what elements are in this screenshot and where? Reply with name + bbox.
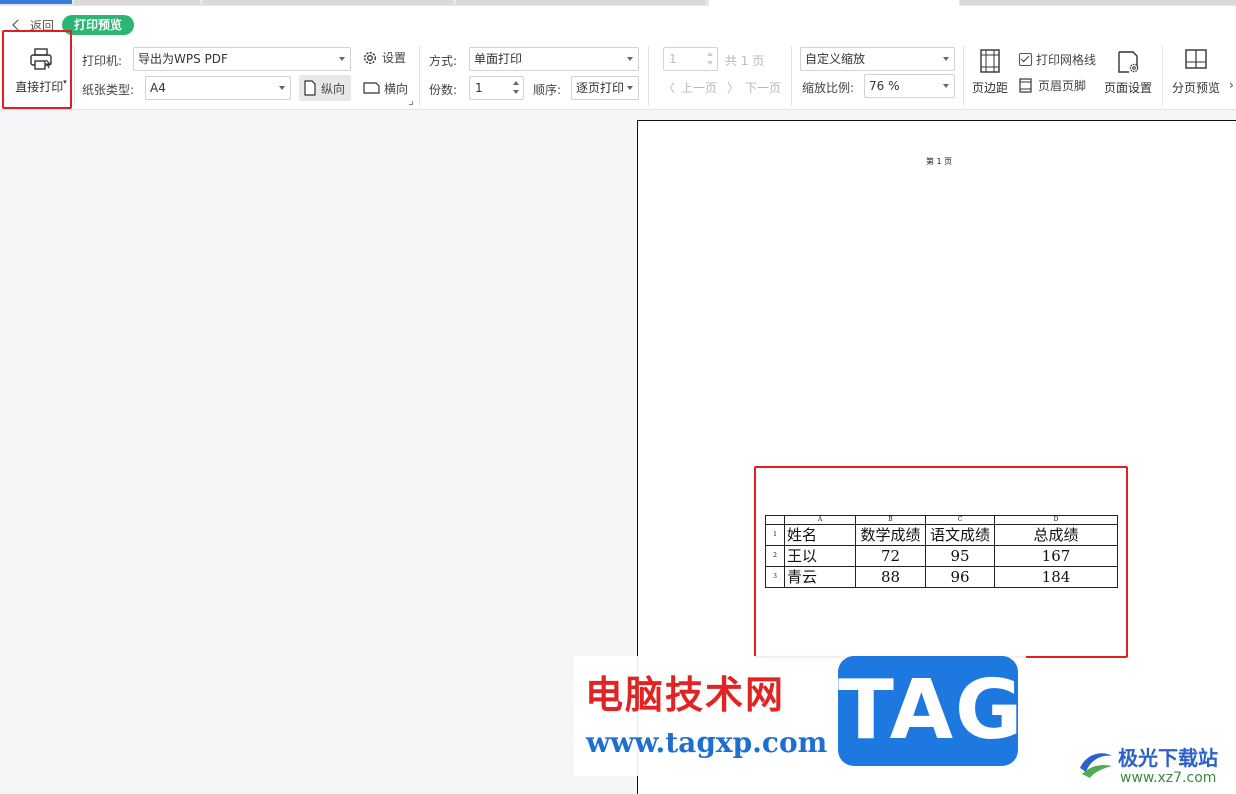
page-break-preview-button[interactable]: 分页预览 (1170, 48, 1222, 96)
copies-value: 1 (475, 81, 483, 95)
settings-label: 设置 (382, 51, 407, 65)
portrait-button[interactable]: 纵向 (299, 75, 351, 101)
print-preview-toolbar: 返回 打印预览 直接打印▾ 打印机: 导出为WPS PDF 设置 纸张类型: A… (0, 6, 1236, 110)
separator (74, 46, 75, 106)
chevron-down-icon (943, 57, 949, 61)
landscape-button[interactable]: 横向 (359, 75, 413, 101)
prev-page-button[interactable]: 〈 上一页 (663, 79, 717, 96)
print-method-select[interactable]: 单面打印 (469, 47, 639, 71)
header-footer-label: 页眉页脚 (1038, 79, 1087, 93)
gear-icon (363, 51, 377, 64)
tab-segment[interactable] (203, 0, 453, 5)
chevron-left-icon: 〈 (663, 81, 676, 95)
increment-icon[interactable] (707, 52, 713, 56)
printer-settings-button[interactable]: 设置 (362, 49, 406, 66)
copies-stepper[interactable]: 1 (469, 76, 524, 100)
order-label: 顺序: (533, 83, 562, 97)
tab-segment[interactable] (74, 0, 200, 5)
paper-type-select[interactable]: A4 (145, 76, 291, 100)
page-margins-icon (980, 49, 1000, 73)
zoom-ratio-label: 缩放比例: (802, 81, 855, 95)
order-value: 逐页打印 (576, 81, 625, 95)
method-label: 方式: (429, 54, 458, 68)
paper-type-label: 纸张类型: (82, 83, 135, 97)
page-number-stepper[interactable]: 1 (663, 47, 718, 71)
chevron-down-icon (279, 86, 285, 90)
page-header-text: 第 1 页 (926, 157, 953, 166)
chevron-down-icon (943, 84, 949, 88)
more-tools-truncated[interactable]: › (1229, 78, 1234, 92)
print-gridlines-checkbox[interactable]: 打印网格线 (1019, 51, 1096, 68)
chevron-down-icon (627, 86, 633, 90)
prev-page-label: 上一页 (681, 81, 718, 95)
method-value: 单面打印 (474, 52, 523, 66)
watermark-brand-url: www.xz7.com (1120, 770, 1217, 786)
watermark-site-url: www.tagxp.com (586, 726, 828, 759)
page-setup-label: 页面设置 (1103, 81, 1152, 95)
gridlines-label: 打印网格线 (1036, 53, 1097, 67)
watermark-tag-logo: TAG (838, 656, 1022, 766)
separator (963, 46, 964, 106)
page-number-value: 1 (669, 52, 677, 66)
zoom-mode-value: 自定义缩放 (805, 52, 866, 66)
chevron-down-icon (339, 57, 345, 61)
copies-label: 份数: (429, 83, 458, 97)
watermark-brand: 极光下载站 (1118, 746, 1218, 770)
chevron-right-icon: 〉 (727, 81, 740, 95)
highlight-direct-print (2, 30, 72, 109)
paper-type-value: A4 (150, 81, 166, 95)
active-tab-indicator (0, 0, 72, 4)
zoom-mode-select[interactable]: 自定义缩放 (800, 47, 955, 71)
printer-select[interactable]: 导出为WPS PDF (133, 47, 351, 71)
portrait-label: 纵向 (321, 81, 346, 96)
page-break-label: 分页预览 (1171, 81, 1220, 95)
printer-label: 打印机: (82, 54, 123, 68)
next-page-button[interactable]: 〉 下一页 (727, 79, 781, 96)
landscape-page-icon (363, 82, 380, 94)
print-preview-tag: 打印预览 (62, 15, 135, 35)
chevron-down-icon (627, 57, 633, 61)
page-setup-button[interactable]: 页面设置 (1101, 50, 1155, 96)
checkbox-checked-icon (1019, 53, 1032, 66)
highlight-table-area (754, 466, 1128, 658)
chevron-left-icon (12, 19, 24, 31)
watermark-site-name: 电脑技术网 (585, 673, 786, 717)
zoom-ratio-value: 76 % (869, 79, 900, 93)
page-break-icon (1185, 49, 1207, 69)
tab-segment[interactable] (960, 0, 1236, 5)
margins-label: 页边距 (971, 81, 1008, 95)
separator (791, 46, 792, 106)
page-setup-icon (1118, 51, 1139, 73)
header-footer-icon (1019, 78, 1032, 93)
margins-button[interactable]: 页边距 (970, 48, 1010, 96)
decrement-icon[interactable] (513, 90, 519, 94)
next-page-label: 下一页 (745, 81, 782, 95)
separator (648, 46, 649, 106)
expand-corner-icon[interactable] (409, 101, 413, 105)
landscape-label: 横向 (384, 81, 409, 96)
printer-value: 导出为WPS PDF (138, 52, 228, 66)
separator (1162, 46, 1163, 106)
aurora-logo-icon (1080, 753, 1112, 778)
increment-icon[interactable] (513, 81, 519, 85)
print-order-select[interactable]: 逐页打印 (571, 76, 639, 100)
tab-segment[interactable] (456, 0, 706, 5)
total-pages-text: 共 1 页 (725, 54, 765, 68)
header-footer-button[interactable]: 页眉页脚 (1019, 77, 1086, 94)
decrement-icon[interactable] (707, 61, 713, 65)
separator (419, 46, 420, 106)
zoom-ratio-select[interactable]: 76 % (864, 74, 955, 98)
portrait-page-icon (304, 80, 316, 96)
